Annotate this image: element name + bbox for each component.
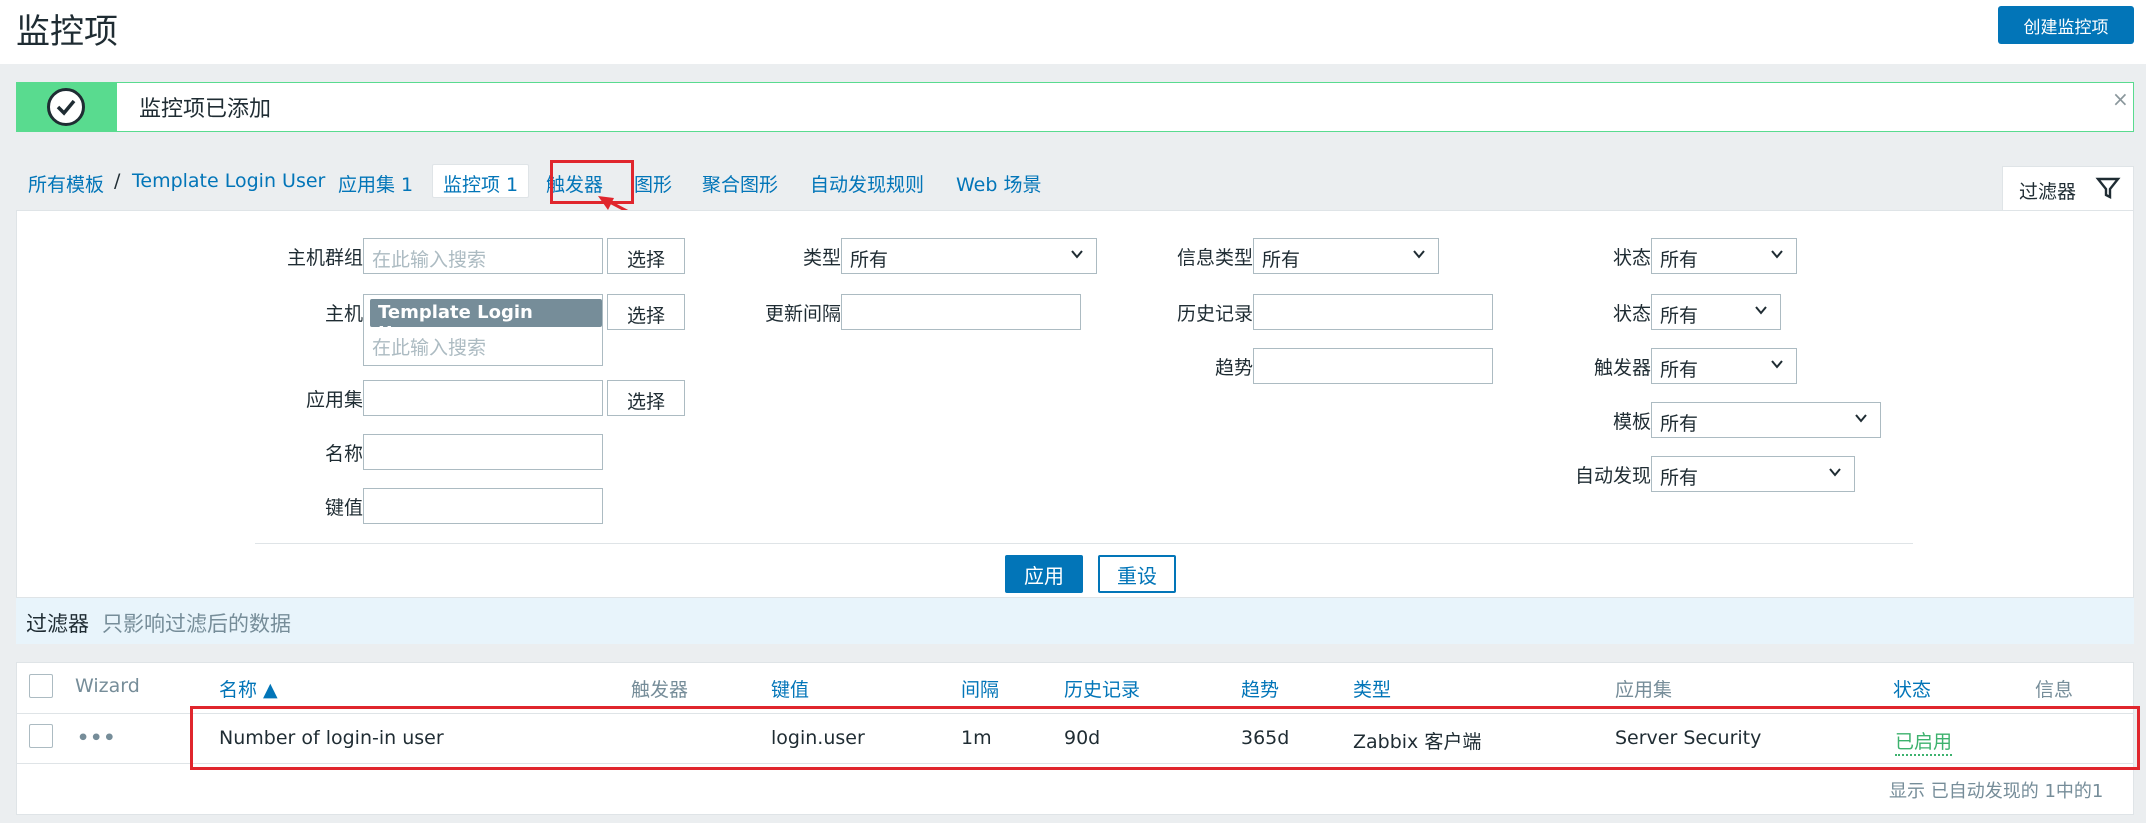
interval-input[interactable] [841,294,1081,330]
filter-note: 过滤器 只影响过滤后的数据 [16,598,2134,644]
create-item-button[interactable]: 创建监控项 [1998,6,2134,44]
state-select-value: 所有 [1660,249,1699,271]
infotype-select[interactable]: 所有 [1253,238,1439,274]
template-nav: 所有模板 / Template Login User 应用集 1 监控项 1 触… [16,150,2134,210]
hostgroup-label: 主机群组 [286,247,363,269]
tab-applications[interactable]: 应用集 1 [338,170,413,197]
type-label: 类型 [802,247,841,269]
name-label: 名称 [324,443,363,465]
tab-discovery-rules[interactable]: 自动发现规则 [810,170,924,197]
col-key[interactable]: 键值 [771,675,809,702]
chevron-down-icon [1771,360,1783,369]
discovery-select[interactable]: 所有 [1651,456,1855,492]
col-name[interactable]: 名称 ▲ [219,675,278,702]
breadcrumb-template[interactable]: Template Login User [132,170,325,192]
tab-screens[interactable]: 聚合图形 [702,170,778,197]
col-trends[interactable]: 趋势 [1241,675,1279,702]
status-label: 状态 [1612,303,1651,325]
trends-label: 趋势 [1214,357,1253,379]
apply-button[interactable]: 应用 [1005,555,1083,593]
infotype-label: 信息类型 [1176,247,1253,269]
breadcrumb-separator: / [114,170,121,192]
filter-tab[interactable]: 过滤器 [2002,166,2134,212]
triggers-select-value: 所有 [1660,359,1699,381]
col-triggers: 触发器 [631,679,689,701]
table-footer-count: 显示 已自动发现的 1中的1 [1889,781,2104,802]
col-type[interactable]: 类型 [1353,675,1391,702]
host-select-button[interactable]: 选择 [607,294,685,330]
filter-note-prefix: 过滤器 [26,612,89,636]
breadcrumb-all-templates[interactable]: 所有模板 [28,170,104,197]
col-history[interactable]: 历史记录 [1064,675,1140,702]
host-multiselect[interactable]: Template Login User ✕ 在此输入搜索 [363,294,603,366]
history-label: 历史记录 [1176,303,1253,325]
row-checkbox[interactable] [29,724,53,748]
type-select-value: 所有 [850,249,889,271]
filter-divider [255,543,1913,544]
chevron-down-icon [1413,250,1425,259]
hostgroup-input[interactable]: 在此输入搜索 [363,238,603,274]
success-message: 监控项已添加 × [16,82,2134,132]
key-input[interactable] [363,488,603,524]
tab-items[interactable]: 监控项 1 [432,164,530,198]
status-select-value: 所有 [1660,305,1699,327]
state-label: 状态 [1612,247,1651,269]
application-input[interactable] [363,380,603,416]
filter-panel: 主机群组 在此输入搜索 选择 主机 Template Login User ✕ … [16,210,2134,598]
col-wizard: Wizard [75,675,140,697]
state-select[interactable]: 所有 [1651,238,1797,274]
page-header: 监控项 创建监控项 [0,0,2146,64]
page-title: 监控项 [16,12,118,52]
chevron-down-icon [1771,250,1783,259]
status-select[interactable]: 所有 [1651,294,1781,330]
close-icon[interactable]: × [2112,87,2129,111]
template-select-value: 所有 [1660,413,1699,435]
chevron-down-icon [1855,414,1867,423]
highlight-box-row [190,706,2140,770]
infotype-select-value: 所有 [1262,249,1301,271]
tab-web-scenarios[interactable]: Web 场景 [956,170,1041,197]
history-input[interactable] [1253,294,1493,330]
chevron-down-icon [1755,306,1767,315]
host-label: 主机 [324,303,363,325]
template-label: 模板 [1612,411,1651,433]
col-info: 信息 [2035,679,2074,701]
filter-icon [2095,177,2121,199]
trends-input[interactable] [1253,348,1493,384]
type-select[interactable]: 所有 [841,238,1097,274]
name-input[interactable] [363,434,603,470]
wizard-menu-icon[interactable]: ••• [77,727,116,749]
host-chip: Template Login User ✕ [370,299,602,344]
key-label: 键值 [324,497,363,519]
col-interval[interactable]: 间隔 [961,675,999,702]
application-select-button[interactable]: 选择 [607,380,685,416]
chevron-down-icon [1829,468,1841,477]
triggers-label: 触发器 [1593,357,1651,379]
col-application: 应用集 [1615,679,1673,701]
discovery-label: 自动发现 [1574,465,1651,487]
chevron-down-icon [1071,250,1083,259]
col-status[interactable]: 状态 [1893,675,1931,702]
reset-button[interactable]: 重设 [1098,555,1176,593]
success-icon-bg [17,83,117,131]
message-text: 监控项已添加 [139,97,272,122]
filter-note-text: 只影响过滤后的数据 [102,612,291,636]
select-all-checkbox[interactable] [29,674,53,698]
hostgroup-select-button[interactable]: 选择 [607,238,685,274]
application-label: 应用集 [305,389,363,411]
interval-label: 更新间隔 [764,303,841,325]
triggers-select[interactable]: 所有 [1651,348,1797,384]
template-select[interactable]: 所有 [1651,402,1881,438]
host-search-placeholder: 在此输入搜索 [372,337,487,359]
filter-tab-label: 过滤器 [2019,181,2077,203]
check-icon [47,88,85,126]
discovery-select-value: 所有 [1660,467,1699,489]
